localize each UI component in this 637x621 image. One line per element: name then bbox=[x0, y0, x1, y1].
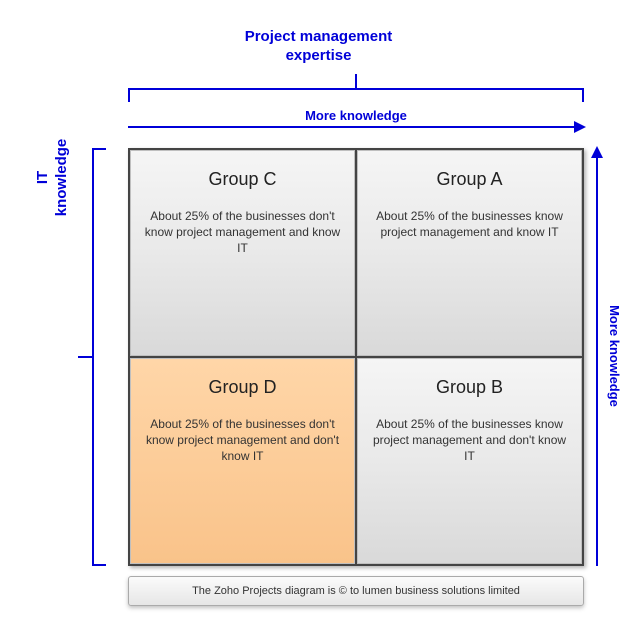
x-axis-bracket bbox=[128, 74, 584, 102]
quadrant-top-right: Group A About 25% of the businesses know… bbox=[357, 150, 582, 356]
quadrant-title: Group D bbox=[208, 377, 276, 398]
quadrant-body: About 25% of the businesses don't know p… bbox=[143, 416, 342, 465]
y-axis-title: IT knowledge bbox=[34, 0, 72, 488]
x-axis-arrow-label: More knowledge bbox=[128, 108, 584, 123]
y-axis-arrow-label: More knowledge bbox=[607, 146, 622, 566]
quadrant-bottom-left: Group D About 25% of the businesses don'… bbox=[130, 358, 355, 564]
x-axis-title: Project management expertise bbox=[0, 28, 637, 66]
quadrant-body: About 25% of the businesses don't know p… bbox=[143, 208, 342, 257]
diagram-footer: The Zoho Projects diagram is © to lumen … bbox=[128, 576, 584, 606]
x-axis-arrow bbox=[128, 126, 584, 128]
quadrant-title: Group B bbox=[436, 377, 503, 398]
y-axis-bracket bbox=[78, 148, 106, 566]
x-axis-title-line1: Project management bbox=[245, 28, 393, 45]
quadrant-title: Group A bbox=[436, 169, 502, 190]
x-axis-title-line2: expertise bbox=[286, 47, 352, 64]
quadrant-body: About 25% of the businesses know project… bbox=[370, 416, 569, 465]
quadrant-bottom-right: Group B About 25% of the businesses know… bbox=[357, 358, 582, 564]
quadrant-top-left: Group C About 25% of the businesses don'… bbox=[130, 150, 355, 356]
quadrant-title: Group C bbox=[208, 169, 276, 190]
y-axis-title-line1: IT bbox=[34, 171, 51, 184]
quadrant-body: About 25% of the businesses know project… bbox=[370, 208, 569, 240]
y-axis-arrow bbox=[596, 148, 598, 566]
y-axis-title-line2: knowledge bbox=[53, 139, 70, 217]
quadrant-grid: Group C About 25% of the businesses don'… bbox=[128, 148, 584, 566]
